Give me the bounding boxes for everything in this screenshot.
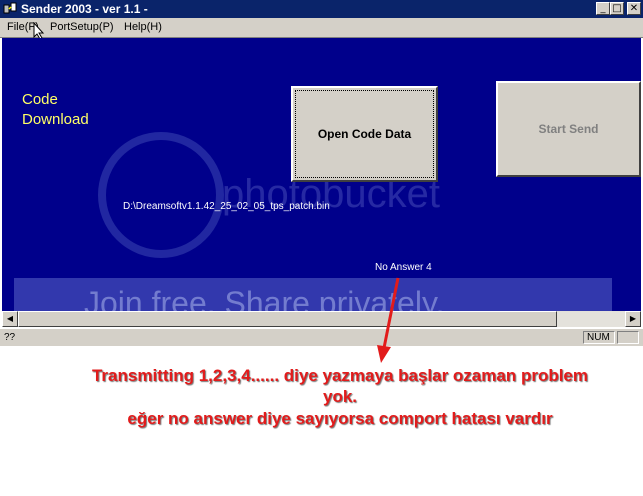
code-download-label: Code Download (22, 90, 89, 130)
minimize-button[interactable]: _ (596, 2, 610, 15)
watermark-tagline: Join free. Share privately. (84, 285, 445, 311)
title-bar[interactable]: Sender 2003 - ver 1.1 - _ □ ✕ (0, 0, 643, 18)
app-icon (3, 2, 17, 14)
scroll-left-icon[interactable]: ◀ (2, 311, 18, 327)
menu-bar: File(F) PortSetup(P) Help(H) (0, 18, 643, 40)
no-answer-status: No Answer 4 (375, 262, 432, 273)
status-bar: ?? NUM (0, 328, 643, 346)
num-lock-indicator: NUM (583, 331, 615, 344)
code-label-line1: Code (22, 91, 58, 108)
main-panel: photobucket Join free. Share privately. … (2, 38, 641, 311)
scroll-right-icon[interactable]: ▶ (625, 311, 641, 327)
status-text: ?? (4, 332, 16, 343)
annotation-line-3: eğer no answer diye sayıyorsa comport ha… (127, 409, 553, 428)
annotation-line-1: Transmitting 1,2,3,4...... diye yazmaya … (91, 366, 589, 385)
open-code-data-button[interactable]: Open Code Data (291, 86, 438, 182)
start-send-button[interactable]: Start Send (496, 81, 641, 177)
maximize-button[interactable]: □ (610, 2, 624, 15)
file-path-label: D:\Dreamsoftv1.1.42_25_02_05_tps_patch.b… (123, 201, 330, 212)
status-empty-cell (617, 331, 639, 344)
menu-help[interactable]: Help(H) (124, 21, 162, 33)
annotation-line-2: yok. (322, 387, 358, 406)
code-label-line2: Download (22, 111, 89, 128)
menu-portsetup[interactable]: PortSetup(P) (50, 21, 114, 33)
scroll-thumb[interactable] (18, 311, 557, 327)
window-title: Sender 2003 - ver 1.1 - (21, 2, 148, 16)
watermark-logo-icon (98, 132, 224, 258)
close-button[interactable]: ✕ (627, 2, 641, 15)
horizontal-scrollbar[interactable]: ◀ ▶ (2, 311, 641, 327)
